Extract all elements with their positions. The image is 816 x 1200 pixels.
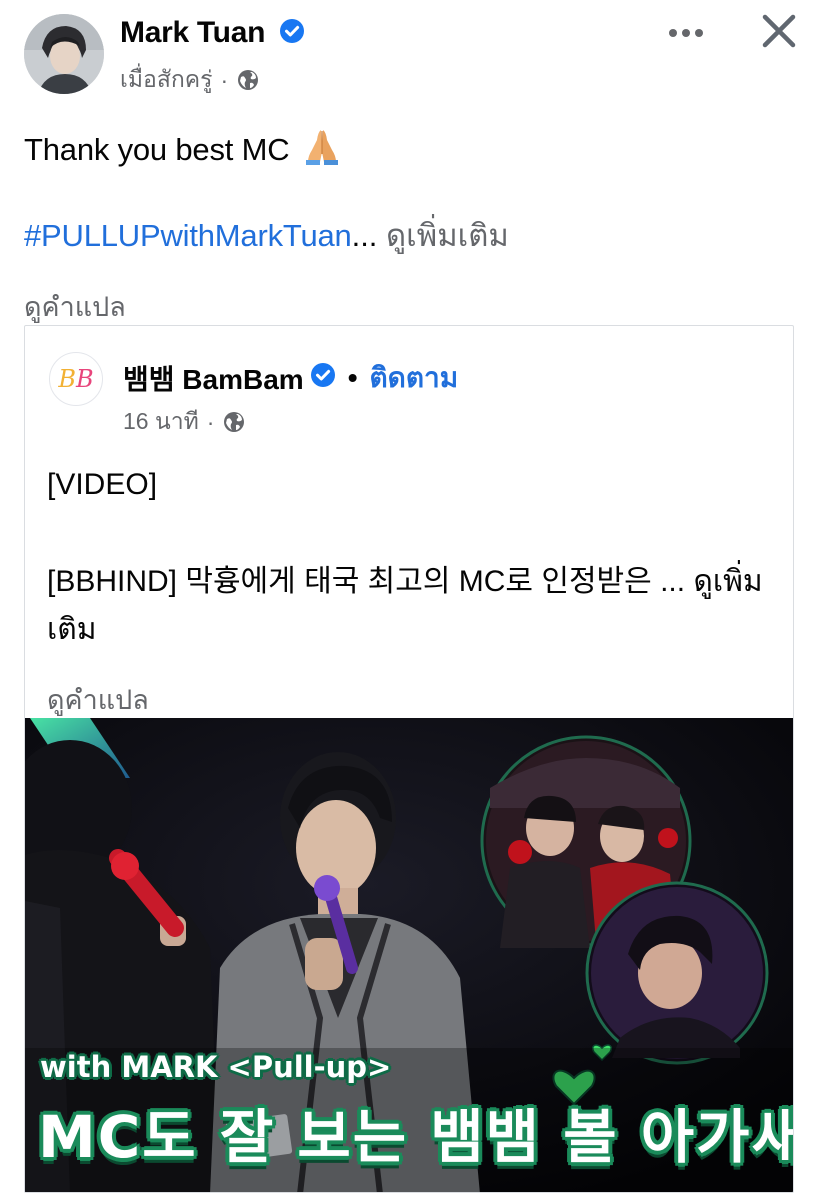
shared-text-body: [BBHIND] 막흉에게 태국 최고의 MC로 인정받은 ... ดูเพิ่…	[47, 558, 777, 654]
post-page: Mark Tuan เมื่อสักครู่ · Thank you best …	[0, 0, 816, 1200]
meta-dot: ·	[220, 66, 229, 93]
post-time[interactable]: เมื่อสักครู่	[120, 62, 213, 98]
post-header: Mark Tuan เมื่อสักครู่ ·	[0, 0, 816, 110]
verified-badge-icon	[310, 363, 335, 387]
shared-text-line-continued: เติม	[47, 613, 97, 646]
see-more-link[interactable]: ดูเพิ่มเติม	[386, 218, 509, 253]
folded-hands-emoji-icon	[305, 130, 338, 165]
post-message: Thank you best MC	[24, 126, 342, 168]
hashtag-link[interactable]: #PULLUPwithMarkTuan	[24, 218, 352, 253]
shared-post-card[interactable]: BB 뱀뱀 BamBam • ติดตาม 16 นาที · [VIDEO] …	[24, 325, 794, 1193]
video-overlay-title: MC도 잘 보는 뱀뱀 볼 아가새	[38, 1103, 794, 1171]
follow-separator: •	[347, 362, 358, 393]
close-icon[interactable]	[758, 10, 800, 52]
meta-dot: ·	[206, 408, 215, 435]
see-translation-link[interactable]: ดูคำแปล	[24, 285, 126, 328]
shared-see-translation-link[interactable]: ดูคำแปล	[47, 678, 149, 721]
video-thumbnail[interactable]: with MARK <Pull-up> MC도 잘 보는 뱀뱀 볼 아가새	[25, 718, 794, 1192]
author-name-text[interactable]: Mark Tuan	[120, 16, 265, 49]
globe-icon[interactable]	[236, 68, 260, 92]
more-icon[interactable]	[664, 18, 708, 48]
hashtag-ellipsis: ...	[351, 218, 378, 253]
shared-author-name[interactable]: 뱀뱀 BamBam	[123, 358, 304, 398]
logo-letter-b2: B	[76, 365, 94, 393]
shared-post-meta: 16 นาที ·	[123, 404, 246, 440]
shared-text-line: [BBHIND] 막흉에게 태국 최고의 MC로 인정받은 ... ดูเพิ่…	[47, 565, 763, 598]
globe-icon[interactable]	[222, 410, 246, 434]
hashtag-row: #PULLUPwithMarkTuan... ดูเพิ่มเติม	[24, 210, 509, 260]
author-name[interactable]: Mark Tuan	[120, 16, 305, 50]
follow-button[interactable]: ติดตาม	[370, 356, 459, 400]
post-message-text: Thank you best MC	[24, 132, 290, 167]
shared-author-row: 뱀뱀 BamBam • ติดตาม	[123, 356, 458, 400]
shared-post-time[interactable]: 16 นาที	[123, 404, 199, 440]
bambam-page-avatar[interactable]: BB	[49, 352, 103, 406]
verified-badge-icon	[280, 19, 305, 44]
shared-text-video-tag: [VIDEO]	[47, 468, 158, 501]
video-overlay-subtitle: with MARK <Pull-up>	[40, 1050, 392, 1084]
logo-letter-b1: B	[58, 365, 76, 393]
post-meta: เมื่อสักครู่ ·	[120, 62, 260, 98]
author-avatar[interactable]	[24, 14, 104, 94]
